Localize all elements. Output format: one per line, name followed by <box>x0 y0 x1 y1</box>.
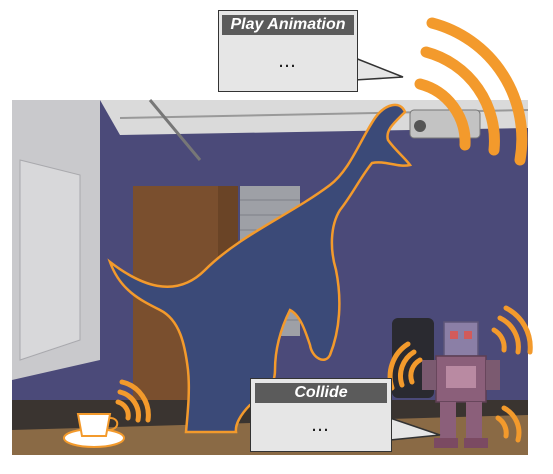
play-animation-ellipsis: … <box>278 51 298 72</box>
play-animation-bubble[interactable]: Play Animation … <box>218 10 358 92</box>
collide-title: Collide <box>255 383 387 403</box>
collide-ellipsis: … <box>311 415 331 436</box>
play-animation-bubble-tail <box>354 56 404 81</box>
collide-bubble[interactable]: Collide … <box>250 378 392 452</box>
play-animation-title: Play Animation <box>222 15 354 35</box>
